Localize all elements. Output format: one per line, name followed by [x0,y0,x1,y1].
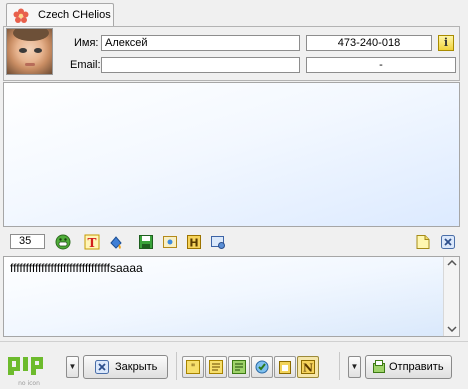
email-label: Email: [70,59,101,71]
bottom-divider-2 [339,352,340,380]
templates-button[interactable] [205,356,227,378]
info-button[interactable]: i [438,35,454,51]
scroll-up-arrow-icon[interactable] [447,260,457,266]
avatar-eye-right [34,48,42,53]
avatar-mouth [25,63,35,66]
svg-text:N: N [303,362,313,375]
close-window-icon[interactable] [440,234,456,250]
paste-icon [279,361,291,374]
close-button-label: Закрыть [115,361,158,373]
font-size-field[interactable]: 35 [10,234,45,249]
avatar-hair [13,29,49,41]
info-icon: i [443,36,449,49]
notify-toggle-button[interactable]: N [297,356,319,378]
paste-button[interactable] [274,356,296,378]
send-button-label: Отправить [389,361,444,373]
logo-caption: no icon [18,380,40,387]
chevron-down-icon: ▼ [350,362,359,371]
spellcheck-button[interactable] [251,356,273,378]
close-x-icon [95,360,109,374]
contact-tab-label: Czech CHelios [38,9,111,21]
svg-text:": " [191,363,196,374]
bottom-divider [176,352,177,380]
scroll-down-arrow-icon[interactable] [447,326,457,332]
send-button[interactable]: Отправить [365,355,452,379]
avatar[interactable] [6,28,53,75]
message-input-text: ffffffffffffffffffffffffffffffffsaaaa [10,261,143,275]
svg-text:H: H [189,237,198,250]
send-options-dropdown[interactable]: ▼ [348,356,361,378]
svg-text:T: T [88,236,97,250]
close-button[interactable]: Закрыть [83,355,168,379]
message-input[interactable]: ffffffffffffffffffffffffffffffffsaaaa [3,256,460,337]
save-history-icon[interactable] [138,234,154,250]
status-field[interactable]: - [306,57,456,73]
contact-tab[interactable]: Czech CHelios [6,3,114,27]
templates-icon [209,360,223,374]
spellcheck-icon [255,360,269,374]
input-scrollbar[interactable] [443,257,459,336]
email-field[interactable] [101,57,300,73]
translit-button[interactable] [228,356,250,378]
history-icon[interactable]: H [186,234,202,250]
uin-field[interactable]: 473-240-018 [306,35,432,51]
image-icon[interactable] [162,234,178,250]
qip-logo: no icon [8,357,43,387]
flower-status-icon [13,8,29,23]
send-icon [373,360,385,373]
quote-button[interactable]: " [182,356,204,378]
message-history[interactable] [3,82,460,227]
font-style-icon[interactable]: T [84,234,100,250]
contact-details-icon[interactable] [210,234,226,250]
translit-icon [232,360,246,374]
smiley-icon[interactable] [55,234,71,250]
close-options-dropdown[interactable]: ▼ [66,356,79,378]
n-icon: N [301,360,315,375]
text-color-icon[interactable] [108,234,124,250]
name-field[interactable]: Алексей [101,35,300,51]
chevron-down-icon: ▼ [68,362,77,371]
name-label: Имя: [74,37,99,49]
avatar-eye-left [19,48,27,53]
quote-icon: " [186,360,200,374]
note-icon[interactable] [415,234,431,250]
